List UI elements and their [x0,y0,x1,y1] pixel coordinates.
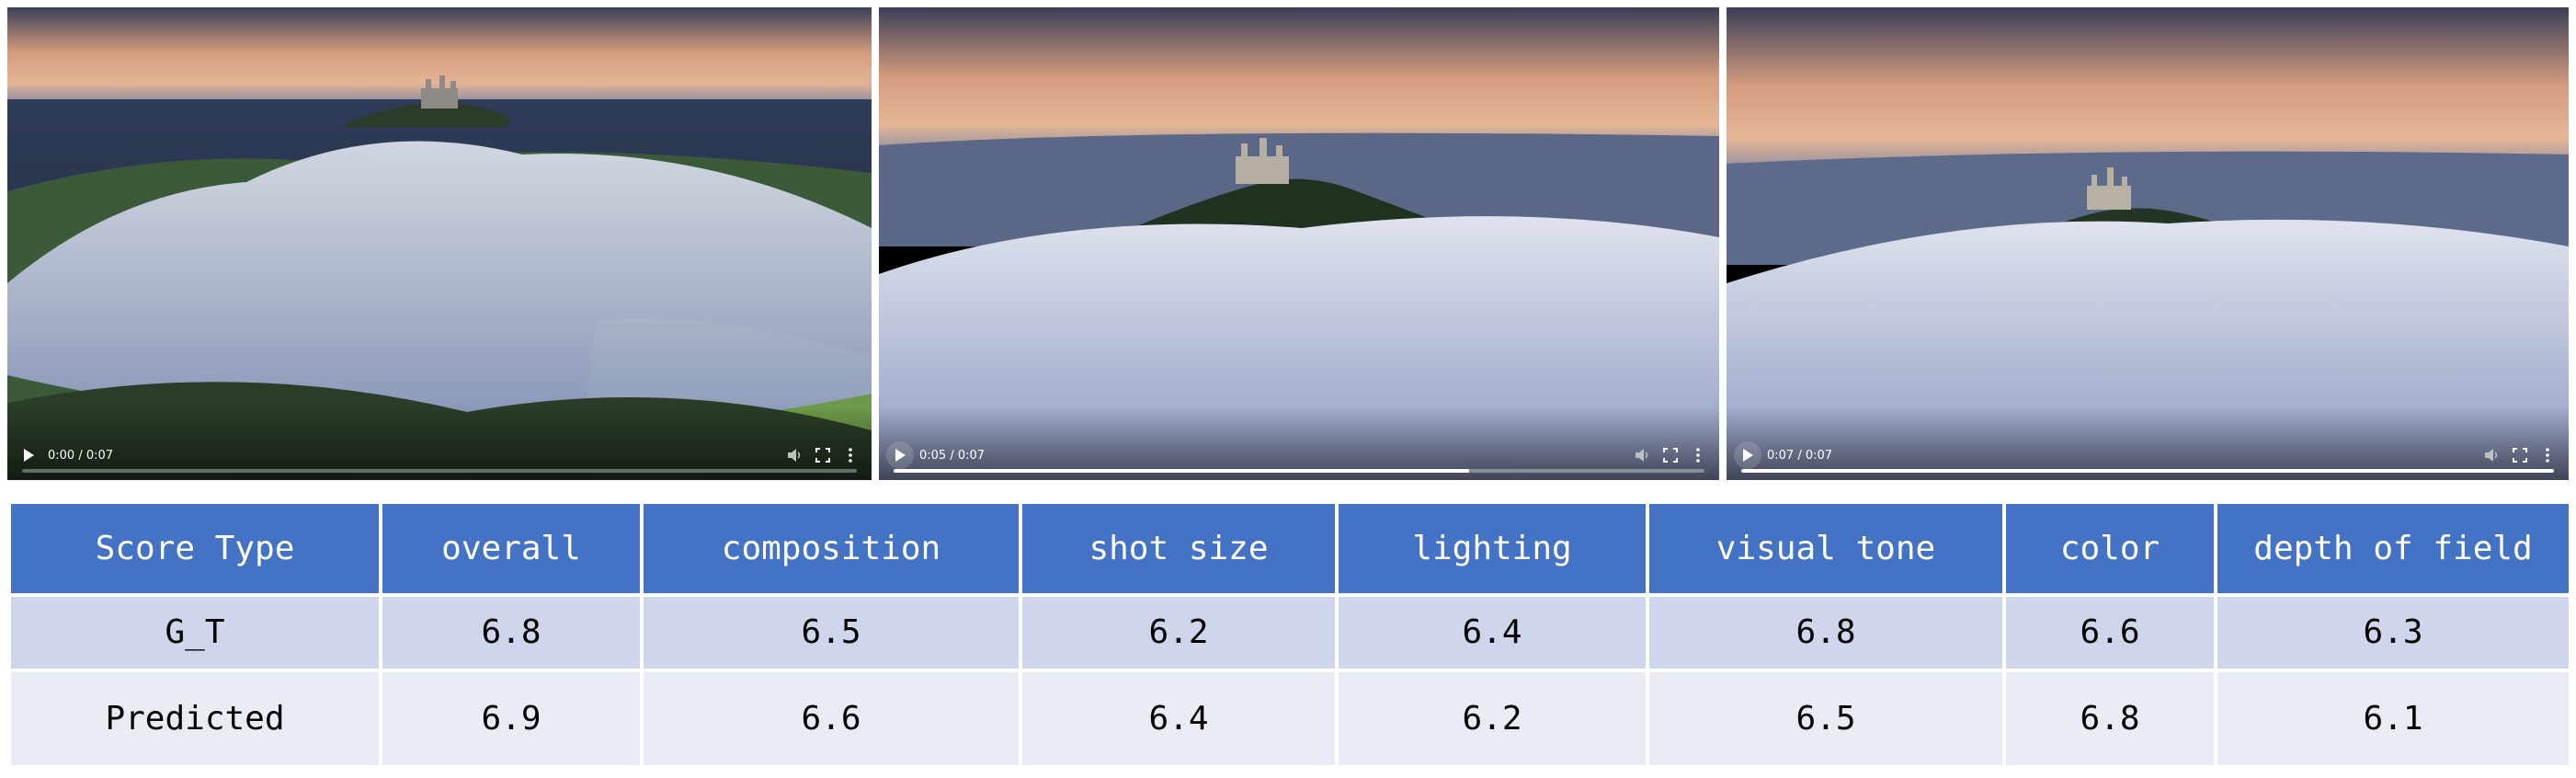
play-icon [1743,449,1753,462]
video-player[interactable]: 0:05 / 0:07 [879,7,1719,480]
table-cell: 6.5 [640,593,1022,672]
fullscreen-button[interactable] [809,441,837,469]
play-icon [895,449,906,462]
video-controls: 0:07 / 0:07 [1727,440,2569,480]
table-cell: 6.1 [2214,668,2572,770]
column-header: lighting [1335,499,1649,598]
fullscreen-button[interactable] [2506,441,2534,469]
volume-button[interactable] [781,441,809,469]
table-header-row: Score Type overall composition shot size… [7,499,2572,598]
play-button[interactable] [15,441,42,469]
column-header: depth of field [2214,499,2572,598]
row-label: Predicted [7,668,382,770]
volume-icon [1636,449,1648,462]
more-options-button[interactable] [2534,441,2561,469]
column-header: overall [379,499,644,598]
table-cell: 6.2 [1019,593,1339,672]
volume-button[interactable] [2479,441,2506,469]
table-row: G_T 6.8 6.5 6.2 6.4 6.8 6.6 6.3 [7,593,2572,672]
score-table: Score Type overall composition shot size… [7,499,2572,770]
table-cell: 6.6 [640,668,1022,770]
video-controls: 0:00 / 0:07 [7,440,872,480]
table-cell: 6.8 [379,593,644,672]
video-controls: 0:05 / 0:07 [879,440,1719,480]
play-icon [24,449,34,462]
row-label: G_T [7,593,382,672]
time-display: 0:05 / 0:07 [919,448,986,463]
table-cell: 6.6 [2002,593,2217,672]
volume-button[interactable] [1629,441,1657,469]
column-header: Score Type [7,499,382,598]
progress-fill [1741,469,2554,473]
more-options-button[interactable] [837,441,864,469]
table-cell: 6.3 [2214,593,2572,672]
column-header: composition [640,499,1022,598]
column-header: color [2002,499,2217,598]
more-vert-icon [1696,448,1700,463]
table-row: Predicted 6.9 6.6 6.4 6.2 6.5 6.8 6.1 [7,668,2572,770]
table-cell: 6.5 [1646,668,2006,770]
progress-track[interactable] [894,469,1704,473]
table-cell: 6.2 [1335,668,1649,770]
progress-fill [894,469,1470,473]
column-header: shot size [1019,499,1339,598]
fullscreen-button[interactable] [1657,441,1684,469]
table-cell: 6.8 [1646,593,2006,672]
more-vert-icon [2546,448,2549,463]
table-cell: 6.8 [2002,668,2217,770]
video-player[interactable]: 0:00 / 0:07 [7,7,872,480]
fullscreen-icon [815,448,830,463]
progress-track[interactable] [22,469,857,473]
more-vert-icon [849,448,852,463]
volume-icon [788,449,801,462]
table-cell: 6.4 [1019,668,1339,770]
table-cell: 6.9 [379,668,644,770]
time-display: 0:07 / 0:07 [1767,448,1833,463]
progress-track[interactable] [1741,469,2554,473]
play-button[interactable] [1734,441,1761,469]
table-cell: 6.4 [1335,593,1649,672]
play-button[interactable] [886,441,914,469]
column-header: visual tone [1646,499,2006,598]
fullscreen-icon [1663,448,1678,463]
volume-icon [2485,449,2498,462]
more-options-button[interactable] [1684,441,1712,469]
fullscreen-icon [2513,448,2527,463]
video-player[interactable]: 0:07 / 0:07 [1727,7,2569,480]
time-display: 0:00 / 0:07 [48,448,114,463]
